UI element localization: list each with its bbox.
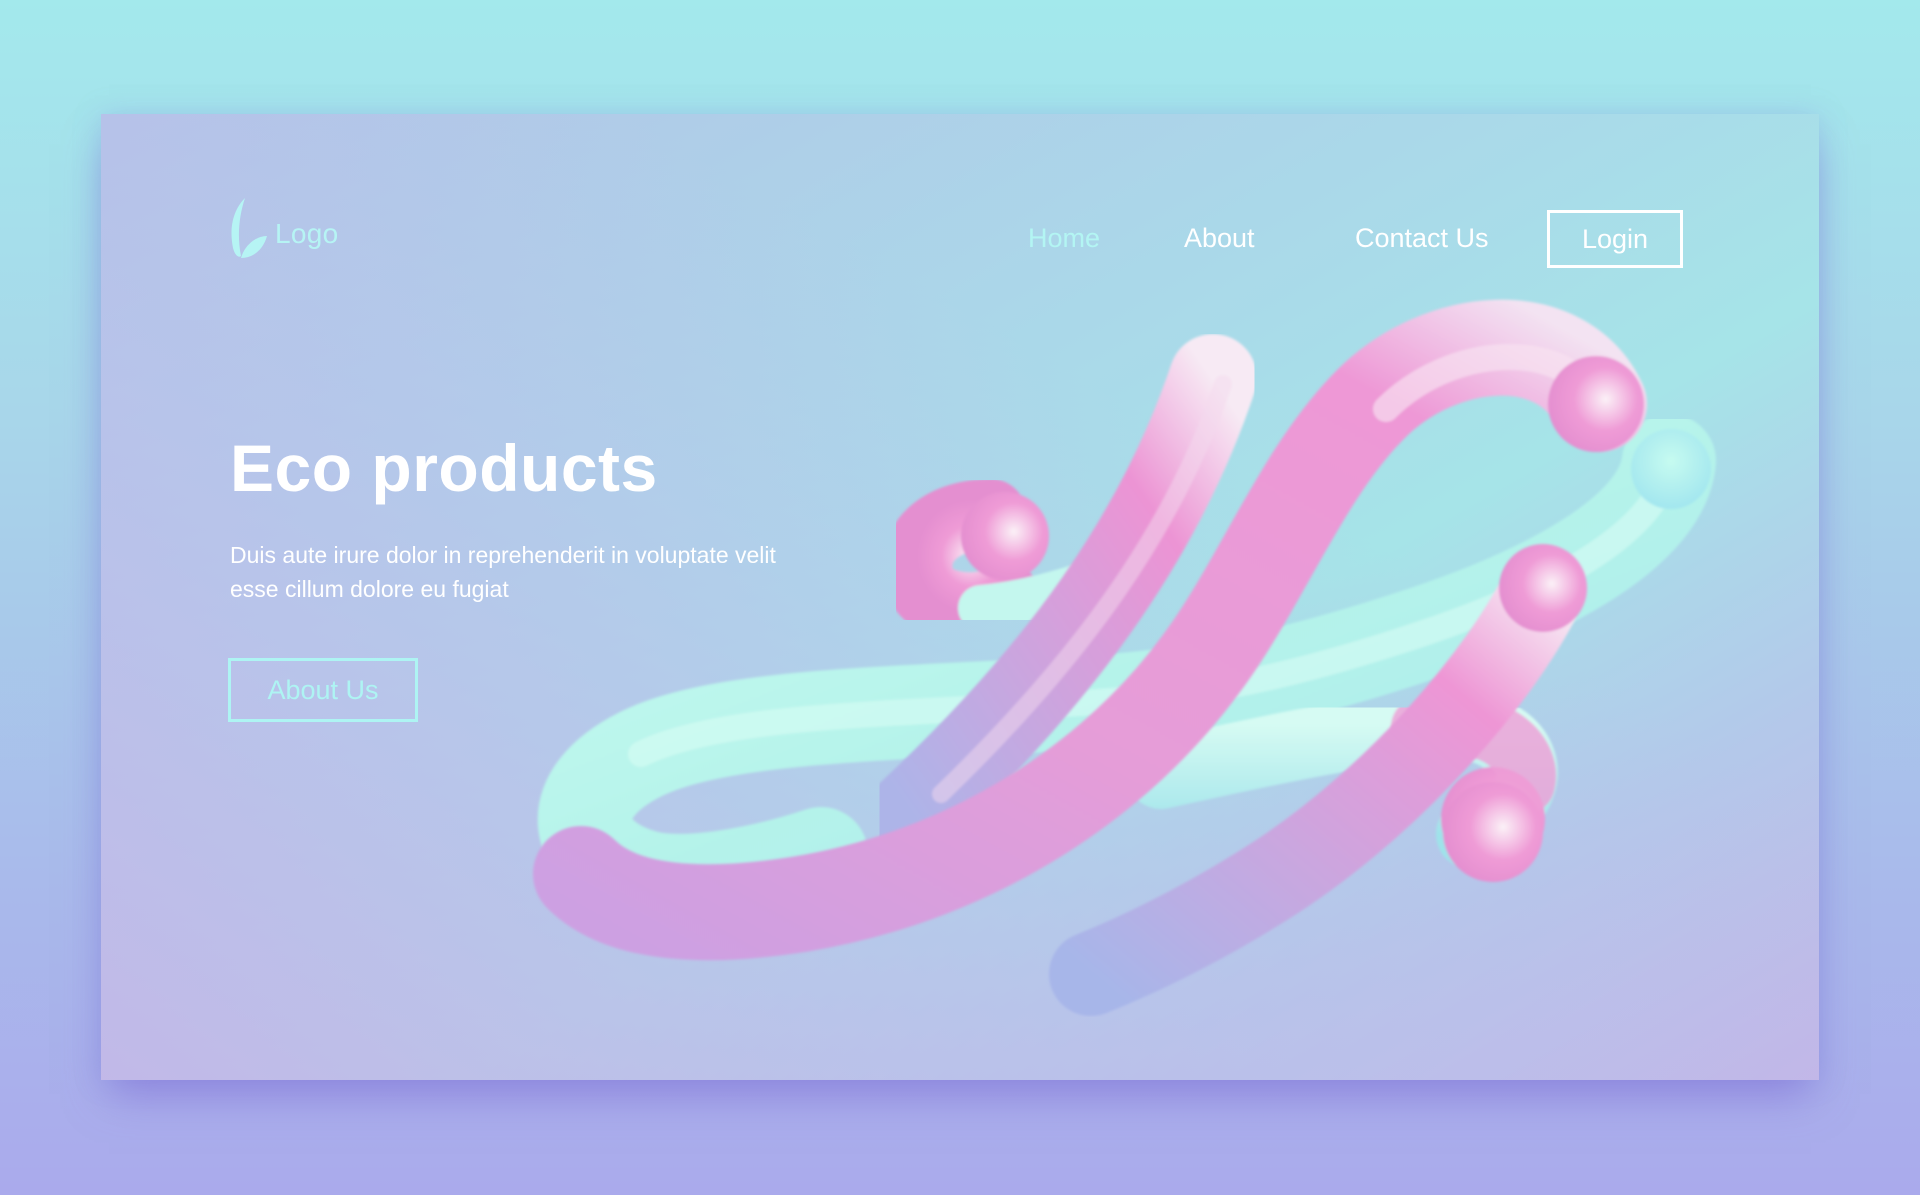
nav-link-about[interactable]: About	[1184, 223, 1255, 254]
login-button[interactable]: Login	[1547, 210, 1683, 268]
nav-link-home[interactable]: Home	[1028, 223, 1100, 254]
main-nav: Home About Contact Us Login	[101, 210, 1819, 272]
mint-top-cap-shape	[1631, 429, 1711, 509]
left-diagonal-tube-shape	[867, 334, 1257, 858]
hero-title: Eco products	[230, 431, 658, 505]
about-us-button[interactable]: About Us	[228, 658, 418, 722]
pink-s-shape	[533, 299, 1647, 961]
landing-card: Logo Home About Contact Us Login Eco pro…	[101, 114, 1819, 1080]
mint-pink-curl-shape	[1126, 688, 1558, 882]
right-diagonal-tube-shape	[1049, 544, 1587, 1016]
nav-link-contact-us[interactable]: Contact Us	[1355, 223, 1489, 254]
pink-curl-shape	[882, 479, 1154, 643]
hero-description: Duis aute irure dolor in reprehenderit i…	[230, 542, 776, 602]
mint-loop-shape	[537, 414, 1716, 928]
